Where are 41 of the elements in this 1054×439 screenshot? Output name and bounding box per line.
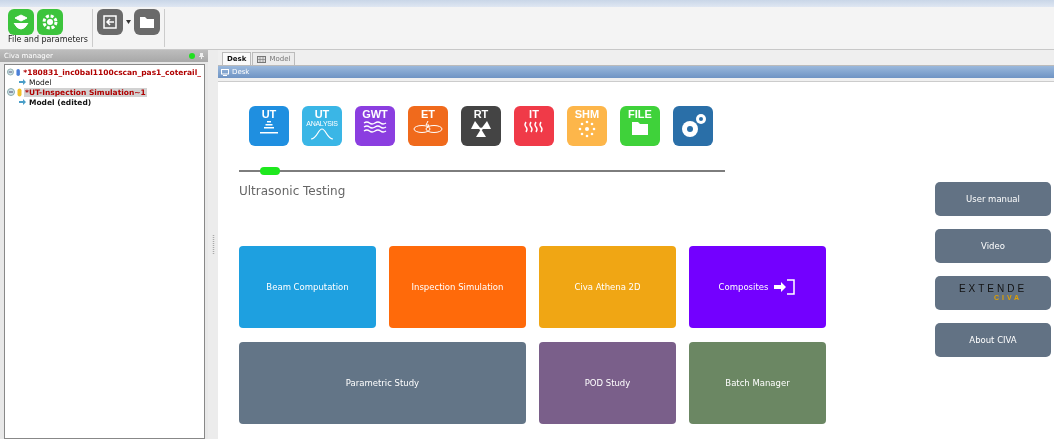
coil-icon xyxy=(412,120,444,134)
tile-button[interactable]: POD Study xyxy=(539,342,676,424)
tile-button[interactable]: Composites xyxy=(689,246,826,328)
collapse-icon[interactable] xyxy=(7,68,14,76)
pin-icon[interactable] xyxy=(199,53,204,59)
module-button[interactable]: GWT xyxy=(355,106,395,146)
settings-button[interactable] xyxy=(37,9,63,35)
module-button[interactable]: IT xyxy=(514,106,554,146)
module-button[interactable]: RT xyxy=(461,106,501,146)
heat-icon xyxy=(522,120,546,134)
module-button[interactable]: ET xyxy=(408,106,448,146)
waves-icon xyxy=(362,120,388,134)
open-folder-button[interactable] xyxy=(133,9,160,35)
arrow-icon xyxy=(19,79,26,85)
monitor-icon xyxy=(221,68,229,76)
link-button[interactable]: Video xyxy=(935,229,1051,263)
wave-icon xyxy=(309,127,335,141)
tile-button[interactable]: Parametric Study xyxy=(239,342,526,424)
tile-button[interactable]: Batch Manager xyxy=(689,342,826,424)
collapse-icon[interactable] xyxy=(7,88,15,96)
status-dot xyxy=(189,53,195,59)
tile-button[interactable]: Inspection Simulation xyxy=(389,246,526,328)
folder-icon xyxy=(630,120,650,136)
grid-icon xyxy=(257,55,267,63)
toolbar-caption: File and parameters xyxy=(8,35,88,44)
splitter-grip[interactable] xyxy=(211,234,215,255)
file-button[interactable] xyxy=(8,9,34,35)
link-button[interactable]: About CIVA xyxy=(935,323,1051,357)
import-button[interactable] xyxy=(96,9,123,35)
link-button[interactable]: User manual xyxy=(935,182,1051,216)
sensor-icon xyxy=(578,120,596,138)
settings-icon xyxy=(41,13,59,31)
folder-icon xyxy=(138,15,155,29)
arrow-icon xyxy=(19,99,26,105)
module-button[interactable]: UT xyxy=(249,106,289,146)
slider-indicator[interactable] xyxy=(260,167,280,175)
caret-icon[interactable] xyxy=(125,20,131,24)
section-title: Ultrasonic Testing xyxy=(239,184,347,198)
module-button[interactable] xyxy=(673,106,713,146)
radiation-icon xyxy=(470,120,492,138)
tile-button[interactable]: Beam Computation xyxy=(239,246,376,328)
